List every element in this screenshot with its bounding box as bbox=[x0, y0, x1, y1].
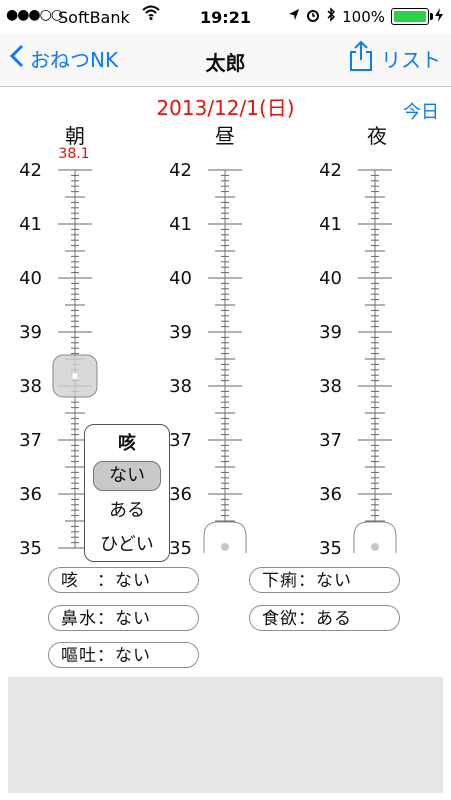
popup-title: 咳 bbox=[118, 433, 136, 454]
noon-slider-handle[interactable] bbox=[203, 521, 247, 553]
morning-slider-handle[interactable] bbox=[52, 354, 98, 398]
symptom-vomiting[interactable]: 嘔吐：ない bbox=[48, 642, 199, 668]
thermometer-night[interactable] bbox=[358, 169, 392, 549]
symptom-runny-nose[interactable]: 鼻水：ない bbox=[48, 605, 199, 631]
option-some[interactable]: ある bbox=[93, 497, 161, 525]
thermometer-noon[interactable] bbox=[208, 169, 242, 549]
night-slider-handle[interactable] bbox=[353, 521, 397, 553]
symptom-diarrhea[interactable]: 下痢：ない bbox=[249, 567, 400, 593]
ad-area bbox=[8, 677, 443, 793]
option-none[interactable]: ない bbox=[93, 461, 161, 491]
symptom-cough[interactable]: 咳 ：ない bbox=[48, 567, 199, 593]
option-severe[interactable]: ひどい bbox=[93, 531, 161, 559]
cough-picker-popup: 咳 ない ある ひどい bbox=[84, 424, 170, 562]
symptom-appetite[interactable]: 食欲：ある bbox=[249, 605, 400, 631]
